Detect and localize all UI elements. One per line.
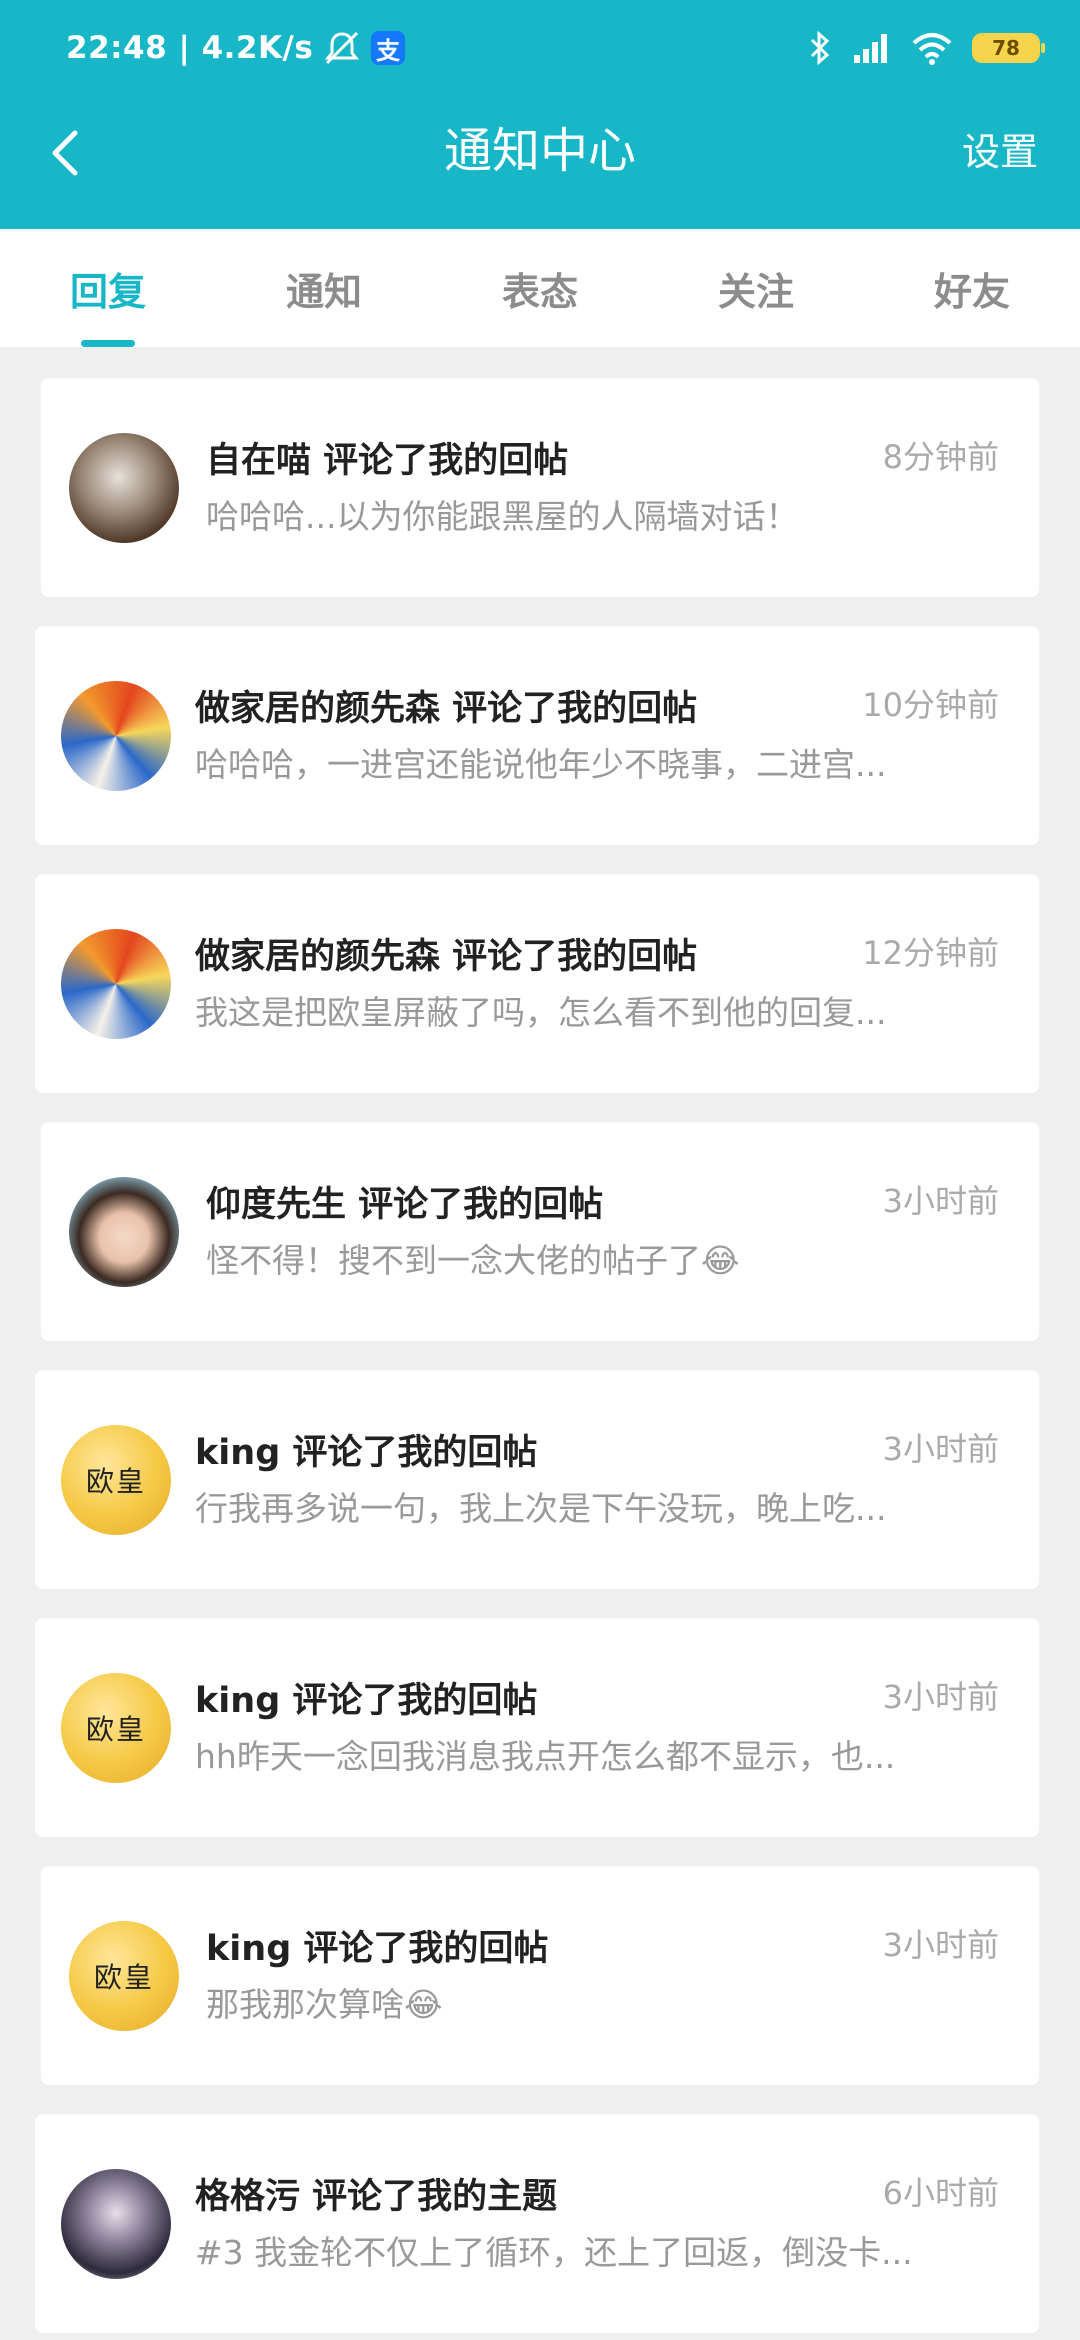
status-time-speed: 22:48 | 4.2K/s [66,30,314,66]
notification-time: 6小时前 [882,2174,999,2212]
nav-bar: 通知中心 设置 [0,96,1080,229]
notification-title: 格格污 评论了我的主题 [195,2177,558,2217]
tab-reactions[interactable]: 表态 [432,229,648,347]
avatar[interactable] [69,1177,179,1287]
tab-label: 通知 [285,269,362,314]
notification-time: 3小时前 [882,1678,999,1716]
tab-notifications[interactable]: 通知 [216,229,432,347]
notification-title: 自在喵 评论了我的回帖 [206,441,569,481]
tab-label: 回复 [69,269,146,314]
notification-time: 10分钟前 [862,686,999,724]
avatar[interactable] [69,433,179,543]
battery-icon: 78 [972,33,1045,63]
mute-icon [325,31,360,65]
avatar[interactable] [61,681,171,791]
notification-time: 3小时前 [882,1926,999,1964]
notification-card[interactable]: 欧皇 king 评论了我的回帖 3小时前 hh昨天一念回我消息我点开怎么都不显示… [35,1618,1039,1837]
notification-title: king 评论了我的回帖 [195,1433,538,1473]
notification-card[interactable]: 自在喵 评论了我的回帖 8分钟前 哈哈哈...以为你能跟黑屋的人隔墙对话！ [41,378,1039,597]
alipay-icon: 支 [371,31,406,65]
notification-card[interactable]: 欧皇 king 评论了我的回帖 3小时前 那我那次算啥😂 [41,1866,1039,2085]
avatar[interactable] [61,929,171,1039]
tab-label: 表态 [501,269,578,314]
page-title: 通知中心 [443,123,636,179]
tab-bar: 回复 通知 表态 关注 好友 [0,229,1080,347]
notification-title: king 评论了我的回帖 [195,1681,538,1721]
wifi-icon [912,33,952,65]
notification-card[interactable]: 仰度先生 评论了我的回帖 3小时前 怪不得！搜不到一念大佬的帖子了😂 [41,1122,1039,1341]
notification-preview: 我这是把欧皇屏蔽了吗，怎么看不到他的回复... [195,993,887,1032]
notification-preview: 行我再多说一句，我上次是下午没玩，晚上吃... [195,1489,887,1528]
notification-preview: hh昨天一念回我消息我点开怎么都不显示，也... [195,1737,896,1776]
avatar[interactable] [61,2169,171,2279]
bluetooth-icon [810,30,830,66]
notification-preview: 哈哈哈，一进宫还能说他年少不晓事，二进宫... [195,745,887,784]
app-header: 22:48 | 4.2K/s 支 78 通知中心 设置 [0,0,1080,229]
settings-button[interactable]: 设置 [962,122,1038,182]
notification-card[interactable]: 格格污 评论了我的主题 6小时前 #3 我金轮不仅上了循环，还上了回返，倒没卡.… [35,2114,1039,2333]
notification-time: 3小时前 [882,1182,999,1220]
signal-icon [854,34,887,63]
tab-friends[interactable]: 好友 [864,229,1080,347]
tab-label: 关注 [717,269,794,314]
notification-title: 仰度先生 评论了我的回帖 [206,1185,604,1225]
tab-active-indicator [81,340,135,347]
status-bar: 22:48 | 4.2K/s 支 78 [0,0,1080,96]
notification-time: 12分钟前 [862,934,999,972]
notification-preview: 哈哈哈...以为你能跟黑屋的人隔墙对话！ [206,497,799,536]
status-left: 22:48 | 4.2K/s 支 [66,26,406,70]
tab-follows[interactable]: 关注 [648,229,864,347]
status-right: 78 [808,26,1045,70]
notification-card[interactable]: 做家居的颜先森 评论了我的回帖 10分钟前 哈哈哈，一进宫还能说他年少不晓事，二… [35,626,1039,845]
tab-replies[interactable]: 回复 [0,229,216,347]
notification-card[interactable]: 欧皇 king 评论了我的回帖 3小时前 行我再多说一句，我上次是下午没玩，晚上… [35,1370,1039,1589]
notification-time: 8分钟前 [882,438,999,476]
notification-time: 3小时前 [882,1430,999,1468]
notification-preview: 那我那次算啥😂 [206,1985,443,2024]
notification-preview: 怪不得！搜不到一念大佬的帖子了😂 [206,1241,740,1280]
notification-title: king 评论了我的回帖 [206,1929,549,1969]
tab-label: 好友 [933,269,1010,314]
notification-title: 做家居的颜先森 评论了我的回帖 [195,689,698,729]
avatar[interactable]: 欧皇 [61,1425,171,1535]
avatar[interactable]: 欧皇 [69,1921,179,2031]
notification-card[interactable]: 做家居的颜先森 评论了我的回帖 12分钟前 我这是把欧皇屏蔽了吗，怎么看不到他的… [35,874,1039,1093]
notification-title: 做家居的颜先森 评论了我的回帖 [195,937,698,977]
notification-preview: #3 我金轮不仅上了循环，还上了回返，倒没卡... [195,2233,913,2272]
avatar[interactable]: 欧皇 [61,1673,171,1783]
